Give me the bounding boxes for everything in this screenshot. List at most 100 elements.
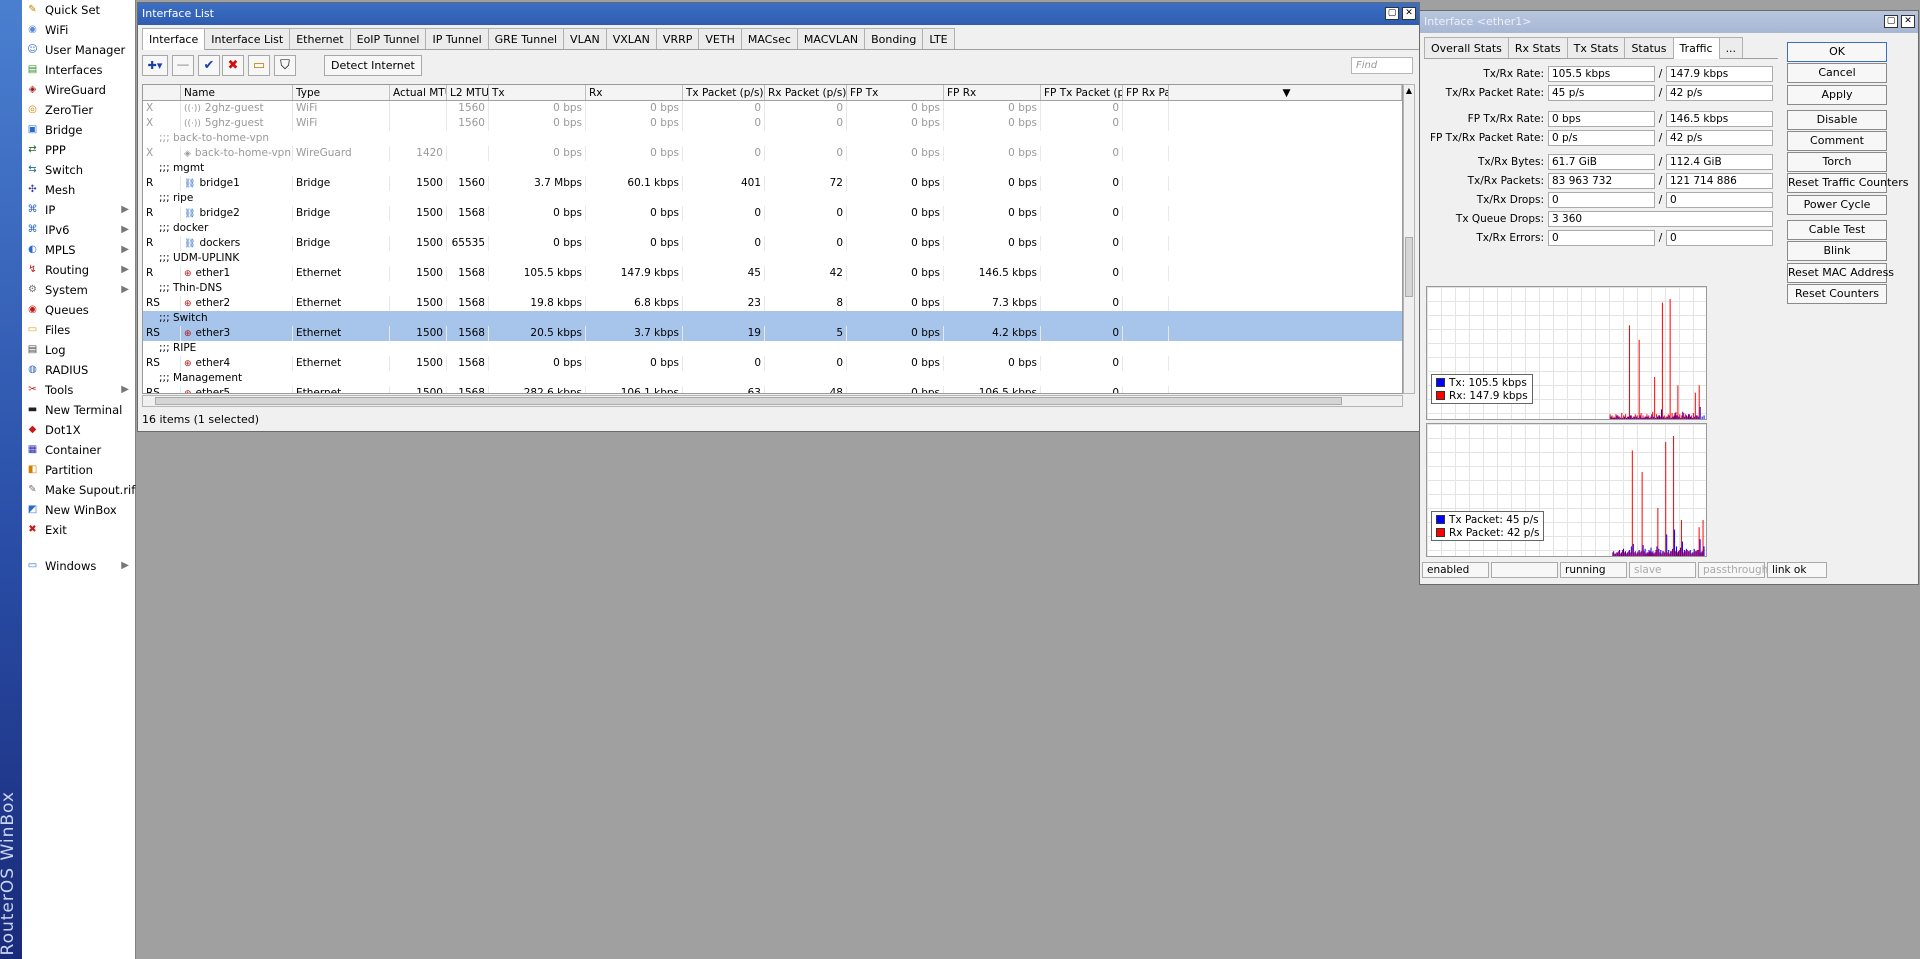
row-comment[interactable]: ;;; RIPE xyxy=(143,341,1402,356)
tab-overall-stats[interactable]: Overall Stats xyxy=(1424,37,1509,58)
scroll-thumb-horizontal[interactable] xyxy=(155,397,1342,405)
sidebar-item-ipv6[interactable]: ⌘ IPv6 ▶ xyxy=(22,220,135,240)
sidebar-item-wifi[interactable]: ◉ WiFi xyxy=(22,20,135,40)
sidebar-item-queues[interactable]: ◉ Queues xyxy=(22,300,135,320)
sidebar-item-ip[interactable]: ⌘ IP ▶ xyxy=(22,200,135,220)
row-comment[interactable]: ;;; docker xyxy=(143,221,1402,236)
table-row[interactable]: R ⊕ ether1 Ethernet 1500 1568 105.5 kbps 147.9 … xyxy=(143,266,1402,281)
remove-icon[interactable]: — xyxy=(172,55,194,76)
sidebar-item-files[interactable]: ▭ Files xyxy=(22,320,135,340)
tab-eoip-tunnel[interactable]: EoIP Tunnel xyxy=(349,28,427,49)
column-header[interactable]: FP Tx Packet (p/s) xyxy=(1041,85,1123,100)
maximize-icon[interactable]: ▢ xyxy=(1385,7,1399,20)
scroll-thumb[interactable] xyxy=(1405,237,1413,297)
table-row[interactable]: RS ⊕ ether2 Ethernet 1500 1568 19.8 kbps 6.8 kb… xyxy=(143,296,1402,311)
table-row[interactable]: RS ⊕ ether5 Ethernet 1500 1568 282.6 kbps 106.1… xyxy=(143,386,1402,393)
torch-button[interactable]: Torch xyxy=(1787,152,1887,172)
tab-interface-list[interactable]: Interface List xyxy=(204,28,291,49)
table-horizontal-scrollbar[interactable] xyxy=(142,395,1403,407)
sidebar-item-ppp[interactable]: ⇄ PPP xyxy=(22,140,135,160)
sidebar-item-new-terminal[interactable]: ▬ New Terminal xyxy=(22,400,135,420)
tab-gre-tunnel[interactable]: GRE Tunnel xyxy=(487,28,565,49)
row-comment[interactable]: ;;; UDM-UPLINK xyxy=(143,251,1402,266)
tab-vlan[interactable]: VLAN xyxy=(563,28,607,49)
sidebar-item-mpls[interactable]: ◐ MPLS ▶ xyxy=(22,240,135,260)
comment-button[interactable]: Comment xyxy=(1787,131,1887,151)
tab-traffic[interactable]: Traffic xyxy=(1672,37,1720,59)
column-header[interactable]: FP Rx Pack xyxy=(1123,85,1169,100)
tab-macvlan[interactable]: MACVLAN xyxy=(796,28,866,49)
column-header[interactable] xyxy=(143,85,181,100)
apply-button[interactable]: Apply xyxy=(1787,85,1887,105)
scroll-up-icon[interactable]: ▲ xyxy=(1404,85,1414,97)
tab-macsec[interactable]: MACsec xyxy=(740,28,798,49)
sidebar-item-system[interactable]: ⚙ System ▶ xyxy=(22,280,135,300)
column-header[interactable]: Rx Packet (p/s) xyxy=(765,85,847,100)
row-comment[interactable]: ;;; Switch xyxy=(143,311,1402,326)
blink-button[interactable]: Blink xyxy=(1787,241,1887,261)
sidebar-item-routing[interactable]: ↯ Routing ▶ xyxy=(22,260,135,280)
table-row[interactable]: R ⛓ bridge1 Bridge 1500 1560 3.7 Mbps 60.1 kbps… xyxy=(143,176,1402,191)
interface-detail-titlebar[interactable]: Interface <ether1> ▢ ✕ xyxy=(1420,11,1918,33)
sidebar-item-make-supout-rif[interactable]: ✎ Make Supout.rif xyxy=(22,480,135,500)
row-comment[interactable]: ;;; Thin-DNS xyxy=(143,281,1402,296)
column-header[interactable]: Actual MTU xyxy=(390,85,447,100)
close-icon[interactable]: ✕ xyxy=(1901,15,1915,28)
table-vertical-scrollbar[interactable]: ▲ xyxy=(1403,84,1415,394)
tab-ethernet[interactable]: Ethernet xyxy=(289,28,351,49)
sidebar-item-wireguard[interactable]: ◈ WireGuard xyxy=(22,80,135,100)
row-comment[interactable]: ;;; back-to-home-vpn xyxy=(143,131,1402,146)
tab-more[interactable]: ... xyxy=(1718,37,1744,58)
sidebar-item-log[interactable]: ▤ Log xyxy=(22,340,135,360)
power-cycle-button[interactable]: Power Cycle xyxy=(1787,195,1887,215)
tab-vrrp[interactable]: VRRP xyxy=(655,28,700,49)
column-header[interactable]: FP Tx xyxy=(847,85,944,100)
sidebar-item-mesh[interactable]: ✣ Mesh xyxy=(22,180,135,200)
column-header[interactable]: Tx xyxy=(489,85,586,100)
row-comment[interactable]: ;;; mgmt xyxy=(143,161,1402,176)
column-header[interactable]: Name xyxy=(181,85,293,100)
tab-veth[interactable]: VETH xyxy=(698,28,742,49)
tab-rx-stats[interactable]: Rx Stats xyxy=(1507,37,1568,58)
row-comment[interactable]: ;;; ripe xyxy=(143,191,1402,206)
sidebar-item-zerotier[interactable]: ◎ ZeroTier xyxy=(22,100,135,120)
column-header[interactable]: Tx Packet (p/s) xyxy=(683,85,765,100)
enable-icon[interactable]: ✔ xyxy=(198,55,220,76)
reset-traffic-counters-button[interactable]: Reset Traffic Counters xyxy=(1787,173,1908,193)
add-icon[interactable]: ✚▾ xyxy=(142,55,168,76)
sidebar-item-bridge[interactable]: ▣ Bridge xyxy=(22,120,135,140)
tab-tx-stats[interactable]: Tx Stats xyxy=(1566,37,1626,58)
tab-interface[interactable]: Interface xyxy=(142,28,206,50)
tab-status[interactable]: Status xyxy=(1624,37,1674,58)
cancel-button[interactable]: Cancel xyxy=(1787,63,1887,83)
reset-counters-button[interactable]: Reset Counters xyxy=(1787,284,1887,304)
table-row[interactable]: X ((·)) 5ghz-guest WiFi 1560 0 bps 0 bps 0 0 0 bp… xyxy=(143,116,1402,131)
tab-ip-tunnel[interactable]: IP Tunnel xyxy=(425,28,489,49)
sidebar-item-windows[interactable]: ▭ Windows ▶ xyxy=(22,556,135,576)
table-row[interactable]: RS ⊕ ether3 Ethernet 1500 1568 20.5 kbps 3.7 kb… xyxy=(143,326,1402,341)
sidebar-item-container[interactable]: ▦ Container xyxy=(22,440,135,460)
sidebar-item-new-winbox[interactable]: ◩ New WinBox xyxy=(22,500,135,520)
filter-icon[interactable]: ⛉ xyxy=(274,55,296,76)
tab-bonding[interactable]: Bonding xyxy=(864,28,924,49)
reset-mac-address-button[interactable]: Reset MAC Address xyxy=(1787,263,1894,283)
disable-button[interactable]: Disable xyxy=(1787,110,1887,130)
column-header[interactable]: Rx xyxy=(586,85,683,100)
close-icon[interactable]: ✕ xyxy=(1402,7,1416,20)
sidebar-item-tools[interactable]: ✂ Tools ▶ xyxy=(22,380,135,400)
sidebar-item-switch[interactable]: ⇆ Switch xyxy=(22,160,135,180)
sidebar-item-quick-set[interactable]: ✎ Quick Set xyxy=(22,0,135,20)
sidebar-item-interfaces[interactable]: ▤ Interfaces xyxy=(22,60,135,80)
sidebar-item-user-manager[interactable]: ☺ User Manager xyxy=(22,40,135,60)
disable-icon[interactable]: ✖ xyxy=(222,55,244,76)
cable-test-button[interactable]: Cable Test xyxy=(1787,220,1887,240)
column-menu-icon[interactable]: ▼ xyxy=(1169,85,1402,100)
table-row[interactable]: RS ⊕ ether4 Ethernet 1500 1568 0 bps 0 bps 0 0 0 b… xyxy=(143,356,1402,371)
tab-vxlan[interactable]: VXLAN xyxy=(605,28,657,49)
table-row[interactable]: R ⛓ bridge2 Bridge 1500 1568 0 bps 0 bps 0 0 0 bps… xyxy=(143,206,1402,221)
comment-icon[interactable]: ▭ xyxy=(248,55,270,76)
row-comment[interactable]: ;;; Management xyxy=(143,371,1402,386)
sidebar-item-dot1x[interactable]: ◆ Dot1X xyxy=(22,420,135,440)
sidebar-item-partition[interactable]: ◧ Partition xyxy=(22,460,135,480)
maximize-icon[interactable]: ▢ xyxy=(1884,15,1898,28)
